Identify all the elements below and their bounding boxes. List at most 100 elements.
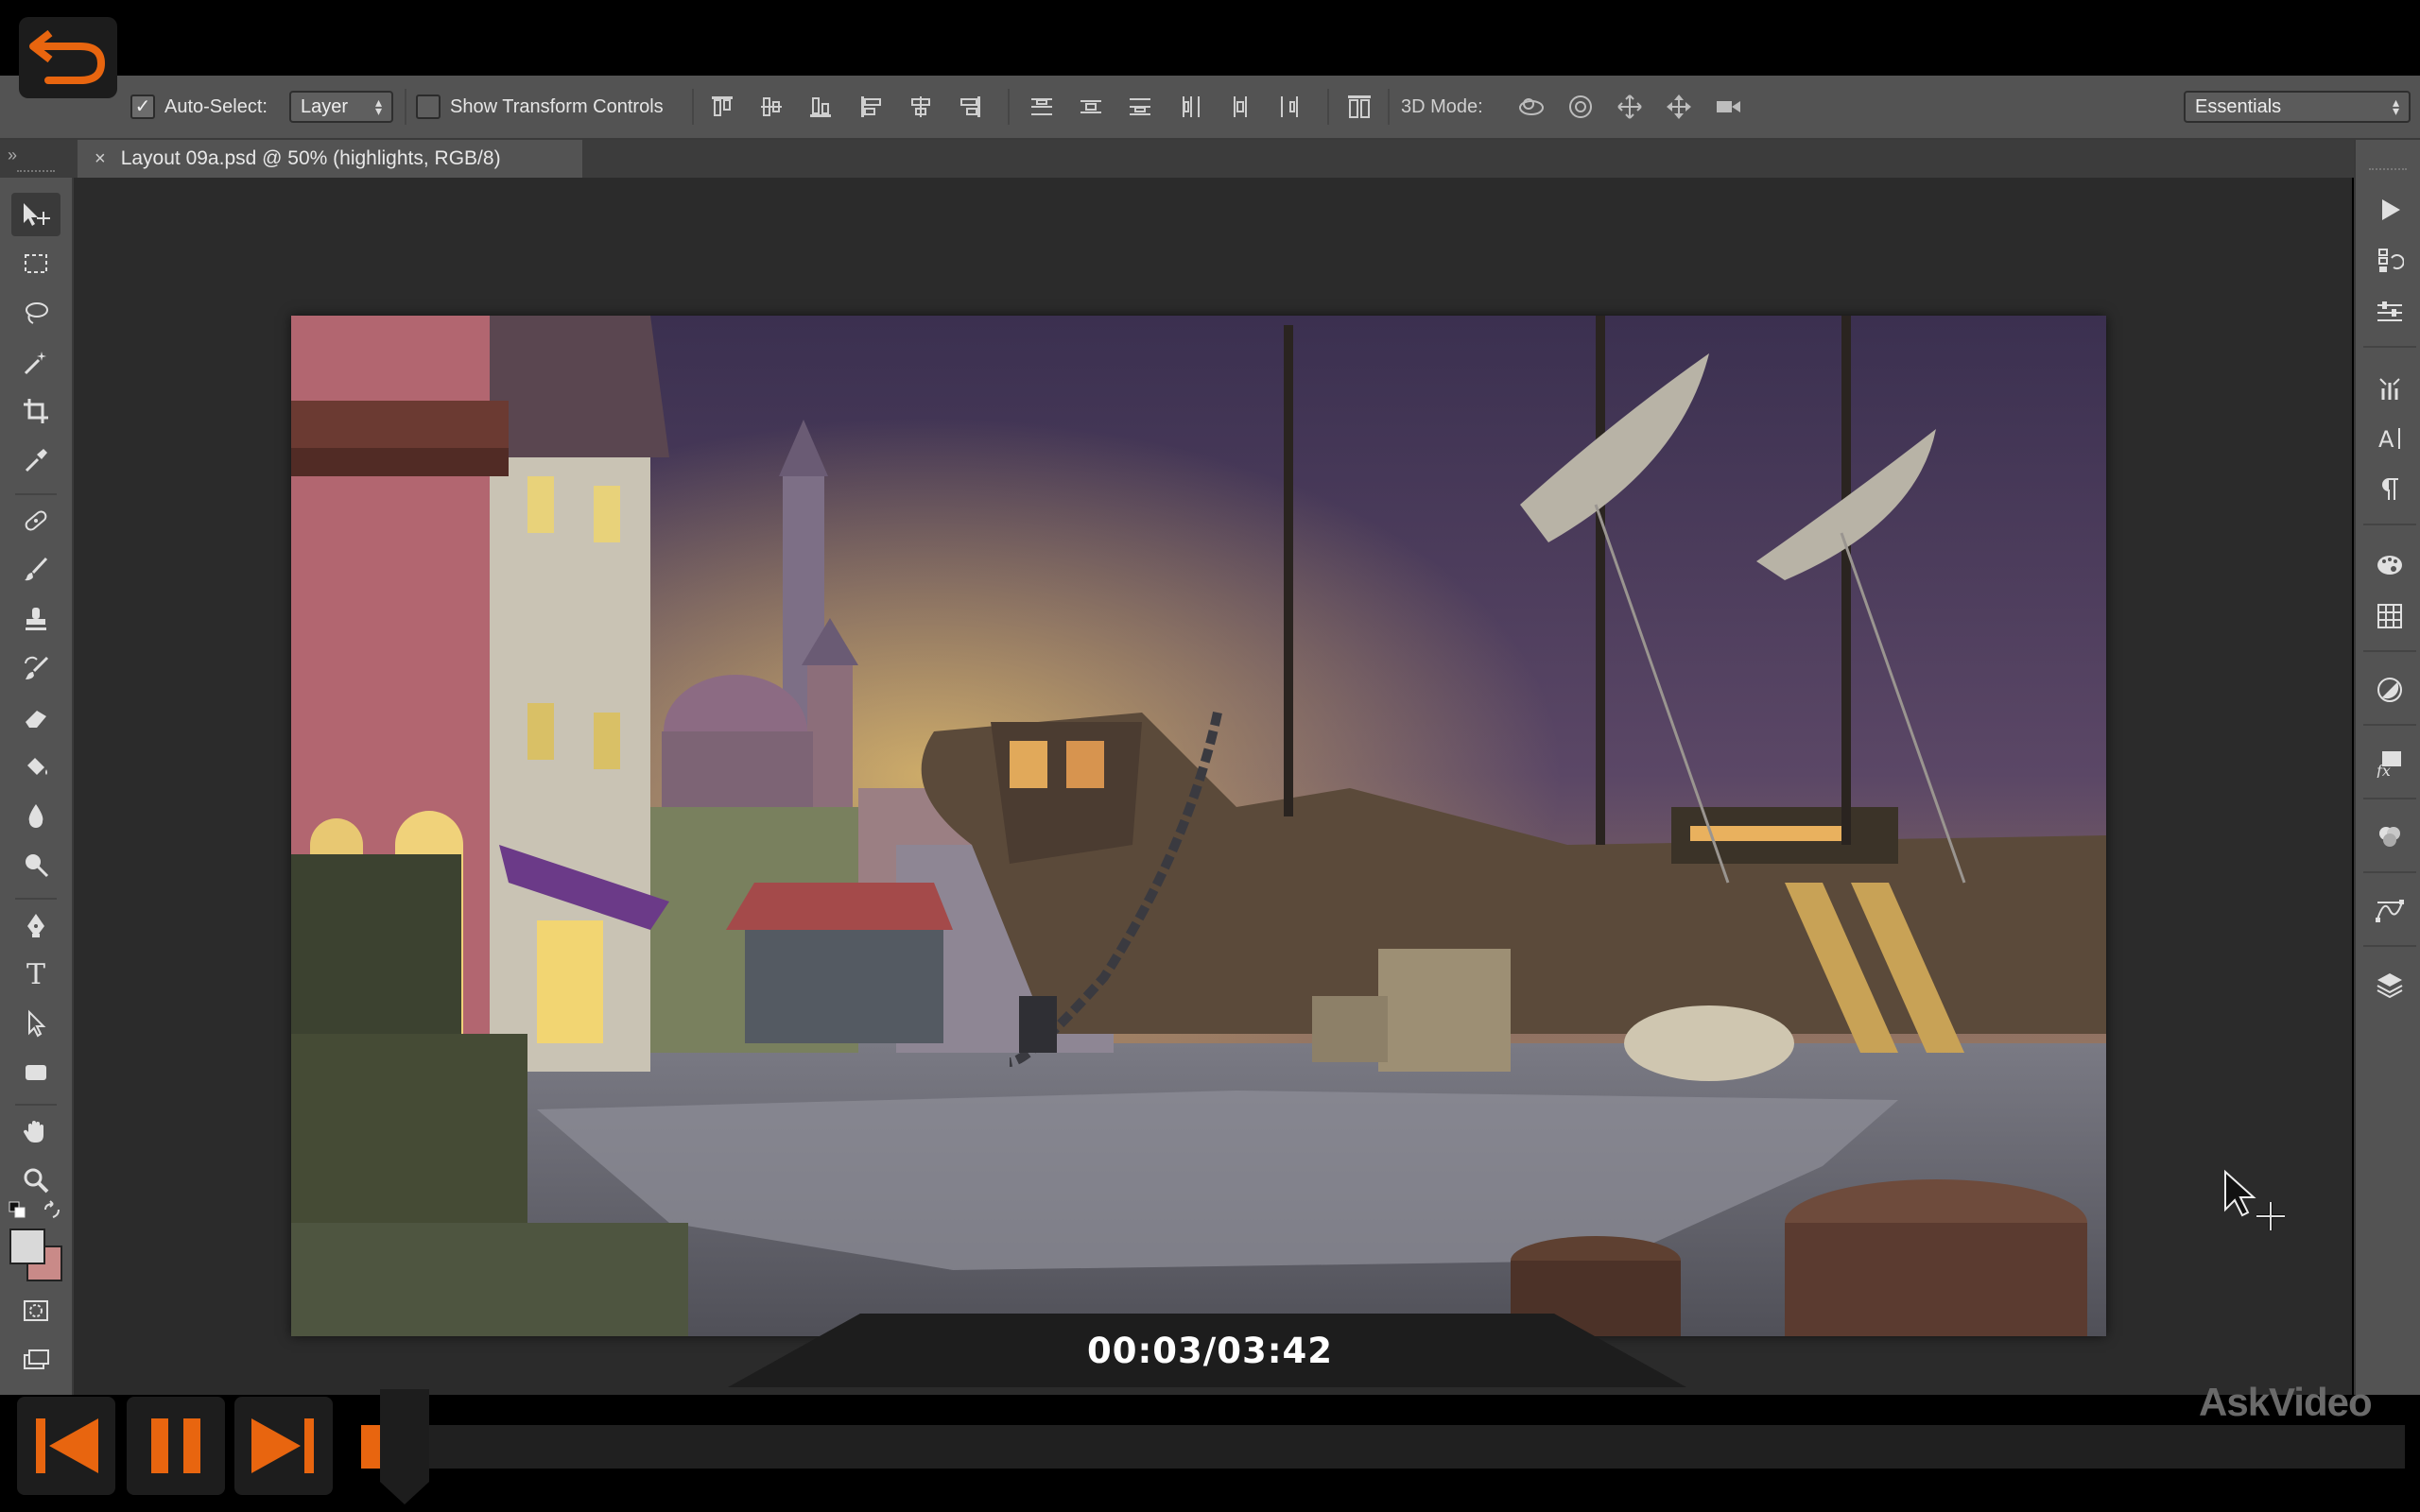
align-group: [705, 76, 987, 138]
pause-icon: [151, 1418, 200, 1473]
channels-panel-icon[interactable]: [2369, 816, 2411, 858]
auto-select-dropdown[interactable]: Layer ▴ ▾: [289, 91, 393, 123]
play-actions-icon[interactable]: [2369, 189, 2411, 231]
back-arrow-icon: [29, 29, 106, 84]
panel-separator: [2363, 871, 2416, 873]
magic-wand-tool-icon[interactable]: [11, 340, 60, 384]
align-bottom-icon[interactable]: [804, 90, 838, 124]
eraser-tool-icon[interactable]: [11, 696, 60, 739]
3d-camera-icon[interactable]: [1711, 90, 1745, 124]
workspace-value: Essentials: [2195, 95, 2282, 117]
previous-button[interactable]: [17, 1397, 115, 1495]
color-panel-icon[interactable]: [2369, 544, 2411, 586]
rectangle-tool-icon[interactable]: [11, 1051, 60, 1094]
brush-presets-icon[interactable]: [2369, 367, 2411, 408]
panel-separator: [2363, 650, 2416, 652]
screen-mode-icon[interactable]: [11, 1338, 60, 1382]
pen-tool-icon[interactable]: [11, 903, 60, 947]
separator: [1388, 89, 1390, 125]
auto-select-option[interactable]: ✓ Auto-Select:: [130, 76, 268, 138]
workspace-dropdown[interactable]: Essentials ▴ ▾: [2184, 91, 2411, 123]
marquee-tool-icon[interactable]: [11, 242, 60, 285]
paint-bucket-tool-icon[interactable]: [11, 745, 60, 788]
blur-tool-icon[interactable]: [11, 794, 60, 837]
swap-colors-icon[interactable]: [42, 1200, 62, 1226]
adjustments-panel-icon[interactable]: [2369, 669, 2411, 711]
adjust-presets-icon[interactable]: [2369, 291, 2411, 333]
next-button[interactable]: [234, 1397, 333, 1495]
distribute-bottom-icon[interactable]: [1123, 90, 1157, 124]
align-hcenter-icon[interactable]: [904, 90, 938, 124]
show-transform-checkbox[interactable]: [416, 94, 441, 119]
distribute-left-icon[interactable]: [1174, 90, 1208, 124]
separator: [405, 89, 406, 125]
dropdown-arrows-icon: ▴ ▾: [2392, 94, 2399, 118]
back-button[interactable]: [19, 17, 117, 98]
panel-separator: [2363, 724, 2416, 726]
dropdown-arrows-icon: ▴ ▾: [374, 94, 382, 118]
svg-text:A: A: [2378, 426, 2394, 453]
close-tab-icon[interactable]: ×: [95, 148, 106, 170]
character-panel-icon[interactable]: A: [2369, 418, 2411, 459]
separator: [1327, 89, 1329, 125]
move-cursor-icon: [2221, 1168, 2297, 1248]
tool-separator: [15, 898, 57, 900]
3d-pan-icon[interactable]: [1613, 90, 1647, 124]
progress-handle[interactable]: [374, 1389, 435, 1506]
path-selection-tool-icon[interactable]: [11, 1002, 60, 1045]
distribute-right-icon[interactable]: [1272, 90, 1306, 124]
panel-separator: [2363, 346, 2416, 348]
show-transform-option[interactable]: Show Transform Controls: [416, 76, 664, 138]
svg-text:fx: fx: [2376, 762, 2391, 778]
type-tool-glyph: T: [26, 957, 45, 991]
paragraph-panel-icon[interactable]: [2369, 469, 2411, 510]
styles-panel-icon[interactable]: fx: [2369, 743, 2411, 784]
skip-back-icon: [36, 1418, 98, 1473]
crop-tool-icon[interactable]: [11, 389, 60, 433]
eyedropper-tool-icon[interactable]: [11, 438, 60, 482]
distribute-hcenter-icon[interactable]: [1223, 90, 1257, 124]
document-tab[interactable]: × Layout 09a.psd @ 50% (highlights, RGB/…: [78, 140, 582, 178]
swatches-panel-icon[interactable]: [2369, 595, 2411, 637]
brush-tool-icon[interactable]: [11, 548, 60, 592]
progress-bar[interactable]: [361, 1425, 2405, 1469]
foreground-color-swatch[interactable]: [9, 1228, 45, 1264]
tool-separator: [15, 1104, 57, 1106]
document-canvas[interactable]: [291, 316, 2106, 1336]
3d-mode-group: [1514, 76, 1745, 138]
distribute-top-icon[interactable]: [1025, 90, 1059, 124]
pause-button[interactable]: [127, 1397, 225, 1495]
dodge-tool-icon[interactable]: [11, 843, 60, 886]
panel-separator: [2363, 945, 2416, 947]
hand-tool-icon[interactable]: [11, 1109, 60, 1153]
auto-select-checkbox[interactable]: ✓: [130, 94, 155, 119]
align-vcenter-icon[interactable]: [754, 90, 788, 124]
options-bar: ✓ Auto-Select: Layer ▴ ▾ Show Transform C…: [0, 76, 2420, 140]
timecode-display: 00:03/03:42: [1086, 1331, 1334, 1371]
collapse-panels-icon[interactable]: »: [8, 146, 17, 165]
paths-panel-icon[interactable]: [2369, 890, 2411, 932]
healing-brush-tool-icon[interactable]: [11, 499, 60, 542]
history-panel-icon[interactable]: [2369, 240, 2411, 282]
3d-rotate-icon[interactable]: [1514, 90, 1548, 124]
panel-separator: [2363, 524, 2416, 525]
default-colors-icon[interactable]: [8, 1200, 28, 1226]
history-brush-tool-icon[interactable]: [11, 646, 60, 690]
quick-mask-icon[interactable]: [11, 1289, 60, 1332]
lasso-tool-icon[interactable]: [11, 291, 60, 335]
align-right-icon[interactable]: [953, 90, 987, 124]
align-left-icon[interactable]: [855, 90, 889, 124]
auto-select-label: Auto-Select:: [164, 95, 268, 117]
type-tool-icon[interactable]: T: [11, 953, 60, 996]
3d-slide-icon[interactable]: [1662, 90, 1696, 124]
askvideo-watermark: AskVideo: [2199, 1380, 2373, 1424]
zoom-tool-icon[interactable]: [11, 1159, 60, 1202]
3d-roll-icon[interactable]: [1564, 90, 1598, 124]
auto-align-icon[interactable]: [1342, 90, 1376, 124]
distribute-vcenter-icon[interactable]: [1074, 90, 1108, 124]
3d-mode-label: 3D Mode:: [1401, 95, 1483, 117]
clone-stamp-tool-icon[interactable]: [11, 597, 60, 641]
layers-panel-icon[interactable]: [2369, 964, 2411, 1005]
move-tool-icon[interactable]: [11, 193, 60, 236]
align-top-icon[interactable]: [705, 90, 739, 124]
